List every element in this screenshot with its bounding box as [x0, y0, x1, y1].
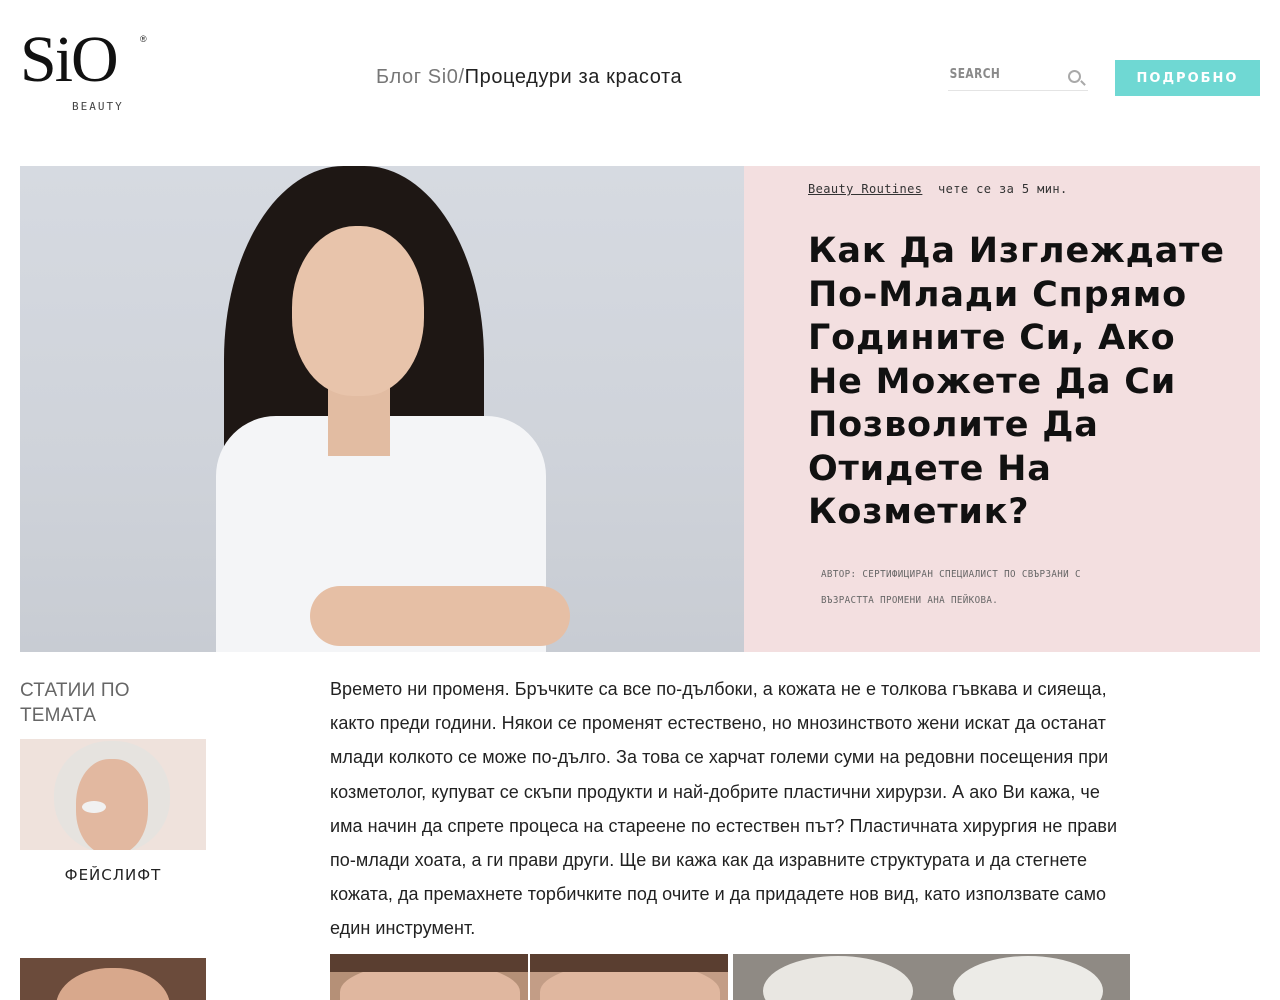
breadcrumb-current: Процедури за красота [464, 66, 683, 88]
comparison-hair-left [763, 956, 913, 1000]
article-intro: Времето ни променя. Бръчките са все по-д… [330, 679, 1118, 939]
breadcrumb-home-link[interactable]: Блог Si0/ [376, 66, 465, 88]
search-box [948, 60, 1088, 91]
breadcrumb: Блог Si0/Процедури за красота [376, 66, 682, 89]
before-image [330, 954, 528, 1000]
hero-arm [310, 586, 570, 646]
related-article-label[interactable]: ФЕЙСЛИФТ [20, 866, 206, 884]
after-image [530, 954, 728, 1000]
related-articles-title: СТАТИИ ПО ТЕМАТА [20, 680, 130, 726]
hero-panel: Beauty Routines чете се за 5 мин. Как Да… [744, 166, 1260, 652]
hero-image [20, 166, 744, 652]
comparison-image [733, 954, 1130, 1000]
after-hair [530, 954, 728, 972]
article-meta: Beauty Routines чете се за 5 мин. [808, 182, 1068, 196]
comparison-hair-right [953, 956, 1103, 1000]
related-article-image-2[interactable] [20, 958, 206, 1000]
more-button[interactable]: ПОДРОБНО [1115, 60, 1260, 96]
logo-subtitle: BEAUTY [72, 100, 124, 113]
search-icon[interactable] [1068, 70, 1081, 83]
article-author: Автор: Сертифициран специалист по свърза… [821, 569, 1081, 606]
related-article-image[interactable] [20, 739, 206, 850]
category-link[interactable]: Beauty Routines [808, 182, 922, 196]
site-logo[interactable]: SiO ® BEAUTY [20, 23, 147, 118]
before-hair [330, 954, 528, 972]
card2-face [56, 968, 170, 1000]
read-time: чете се за 5 мин. [938, 182, 1068, 196]
logo-mark: SiO [20, 23, 119, 96]
search-input[interactable] [948, 60, 1039, 88]
card-eye-patch [82, 801, 106, 813]
hero-face [292, 226, 424, 396]
article-title: Как Да Изглеждате По-Млади Спрямо Години… [808, 231, 1225, 532]
registered-mark: ® [140, 34, 147, 44]
